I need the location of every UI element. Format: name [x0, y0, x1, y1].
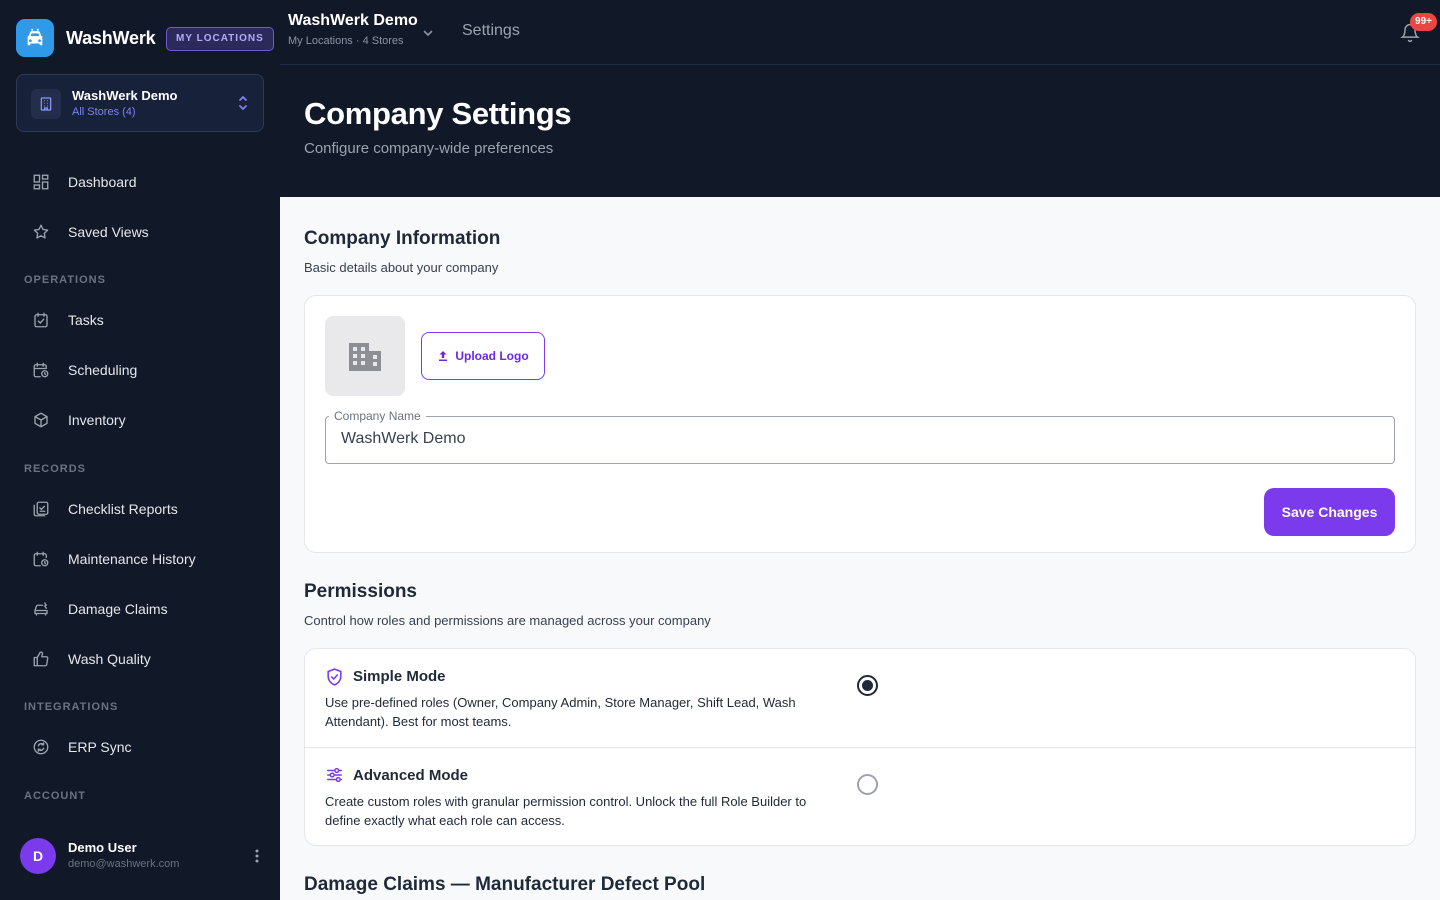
sidebar-item-checklist-reports[interactable]: Checklist Reports [16, 489, 264, 529]
sidebar-item-label: Checklist Reports [68, 501, 178, 517]
company-info-card: Upload Logo Company Name Save Changes [304, 295, 1416, 553]
permissions-title: Permissions [304, 581, 417, 602]
section-records: RECORDS [24, 463, 87, 475]
company-info-subtitle: Basic details about your company [304, 260, 499, 275]
permissions-card: Simple Mode Use pre-defined roles (Owner… [304, 648, 1416, 846]
sidebar: WashWerk MY LOCATIONS WashWerk Demo All … [0, 0, 280, 900]
sidebar-item-saved-views[interactable]: Saved Views [16, 212, 264, 252]
calendar-clock-icon [31, 360, 51, 380]
sidebar-item-label: Inventory [68, 412, 126, 428]
company-name-field[interactable] [325, 416, 1395, 464]
shield-check-icon [325, 667, 344, 692]
damage-claims-title: Damage Claims — Manufacturer Defect Pool [304, 874, 706, 895]
box-icon [31, 410, 51, 430]
sidebar-item-tasks[interactable]: Tasks [16, 300, 264, 340]
sidebar-item-wash-quality[interactable]: Wash Quality [16, 639, 264, 679]
sidebar-item-maintenance-history[interactable]: Maintenance History [16, 539, 264, 579]
company-info-title: Company Information [304, 228, 501, 249]
permission-option-advanced[interactable]: Advanced Mode Create custom roles with g… [305, 748, 1415, 846]
building-icon [325, 316, 405, 396]
main-content: Company Information Basic details about … [280, 197, 1440, 900]
breadcrumb: Settings [462, 22, 520, 39]
sidebar-item-damage-claims[interactable]: Damage Claims [16, 589, 264, 629]
sidebar-item-dashboard[interactable]: Dashboard [16, 162, 264, 202]
sidebar-item-label: Tasks [68, 312, 104, 328]
permission-option-description: Use pre-defined roles (Owner, Company Ad… [325, 695, 796, 729]
dashboard-icon [31, 172, 51, 192]
sync-icon [31, 737, 51, 757]
permission-option-description: Create custom roles with granular permis… [325, 794, 807, 828]
car-damage-icon [31, 599, 51, 619]
page-subtitle: Configure company-wide preferences [304, 140, 554, 157]
sidebar-item-label: ERP Sync [68, 739, 132, 755]
page-header: Company Settings Configure company-wide … [280, 65, 1440, 197]
permission-option-title: Advanced Mode [353, 767, 469, 784]
company-switcher[interactable]: WashWerk Demo All Stores (4) [16, 74, 264, 132]
section-integrations: INTEGRATIONS [24, 701, 119, 713]
location-switcher-title[interactable]: WashWerk Demo [288, 12, 418, 30]
simple-mode-radio[interactable] [857, 675, 878, 696]
checklist-icon [31, 499, 51, 519]
section-operations: OPERATIONS [24, 274, 106, 286]
upload-icon [439, 351, 448, 361]
user-profile[interactable]: D Demo User demo@washwerk.com [20, 838, 264, 874]
company-name-label: Company Name [329, 409, 426, 423]
sidebar-item-label: Wash Quality [68, 651, 151, 667]
sidebar-item-inventory[interactable]: Inventory [16, 400, 264, 440]
topbar: WashWerk Demo My Locations · 4 Stores Se… [280, 0, 1440, 65]
sidebar-item-label: Scheduling [68, 362, 138, 378]
sidebar-item-label: Saved Views [68, 224, 149, 240]
task-check-icon [31, 310, 51, 330]
brand-name: WashWerk [66, 27, 156, 48]
upload-logo-button[interactable]: Upload Logo [421, 332, 545, 380]
chevron-up-down-icon [237, 94, 249, 117]
star-icon [31, 222, 51, 242]
notification-badge: 99+ [1410, 13, 1437, 31]
permission-option-title: Simple Mode [353, 668, 446, 685]
user-email: demo@washwerk.com [68, 858, 180, 870]
avatar: D [20, 838, 56, 874]
building-icon [31, 89, 61, 119]
sidebar-item-erp-sync[interactable]: ERP Sync [16, 727, 264, 767]
location-switcher-subtitle: My Locations · 4 Stores [288, 35, 404, 47]
thumbs-up-icon [31, 649, 51, 669]
sliders-icon [325, 766, 344, 789]
upload-logo-label: Upload Logo [455, 349, 529, 363]
company-switcher-name: WashWerk Demo [72, 88, 178, 103]
advanced-mode-radio[interactable] [857, 774, 878, 795]
save-changes-button[interactable]: Save Changes [1264, 488, 1395, 536]
my-locations-badge[interactable]: MY LOCATIONS [166, 27, 274, 51]
company-switcher-subtitle: All Stores (4) [72, 106, 136, 118]
section-account: ACCOUNT [24, 790, 86, 802]
permission-option-simple[interactable]: Simple Mode Use pre-defined roles (Owner… [305, 649, 1415, 747]
brand[interactable]: WashWerk [16, 19, 156, 57]
chevron-down-icon[interactable] [422, 26, 434, 44]
page-title: Company Settings [304, 96, 572, 131]
car-wash-logo-icon [16, 19, 54, 57]
sidebar-item-scheduling[interactable]: Scheduling [16, 350, 264, 390]
permissions-subtitle: Control how roles and permissions are ma… [304, 613, 711, 628]
company-name-input[interactable] [341, 430, 1341, 448]
sidebar-item-label: Maintenance History [68, 551, 196, 567]
sidebar-item-label: Damage Claims [68, 601, 168, 617]
more-vertical-icon[interactable] [254, 848, 260, 869]
user-name: Demo User [68, 840, 137, 855]
sidebar-item-label: Dashboard [68, 174, 137, 190]
history-icon [31, 549, 51, 569]
